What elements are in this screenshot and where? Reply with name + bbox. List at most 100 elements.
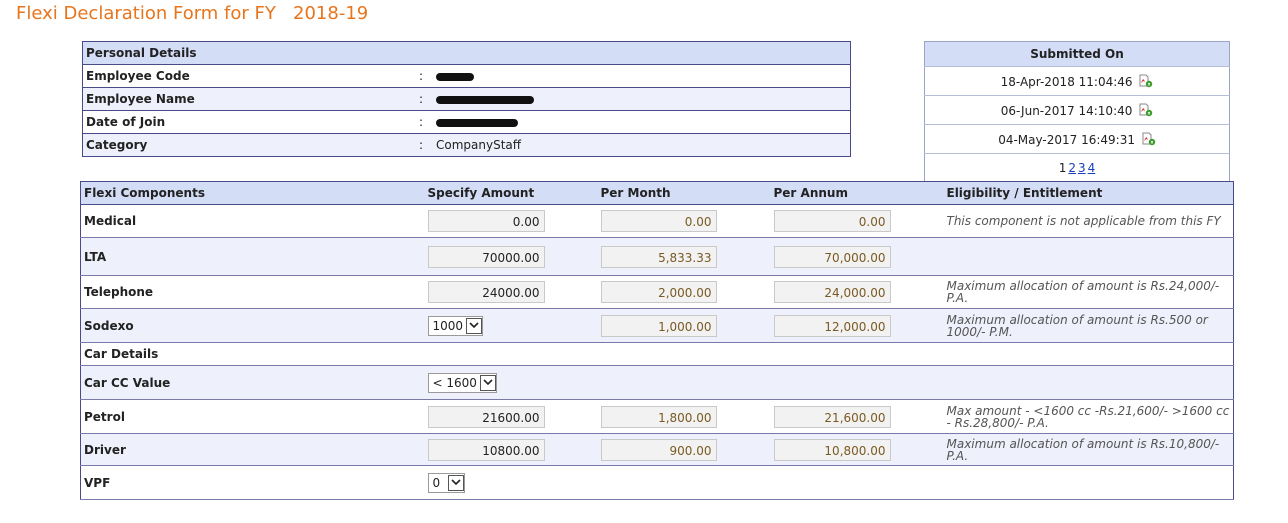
page-title: Flexi Declaration Form for FY 2018-19: [16, 3, 369, 24]
submission-date: 04-May-2017 16:49:31: [998, 132, 1135, 147]
submission-entry: 18-Apr-2018 11:04:46: [924, 66, 1230, 96]
date-of-join-value: [433, 110, 851, 134]
pagination: 1234: [924, 153, 1230, 183]
col-per-month: Per Month: [597, 181, 771, 205]
sodexo-row: Sodexo 1000 1,000.00 12,000.00 Maximum a…: [80, 308, 1234, 343]
page-4-link[interactable]: 4: [1088, 161, 1096, 175]
telephone-eligibility: Maximum allocation of amount is Rs.24,00…: [943, 275, 1234, 309]
car-cc-label: Car CC Value: [80, 365, 425, 400]
medical-label: Medical: [80, 204, 425, 238]
flexi-header-row: Flexi Components Specify Amount Per Mont…: [80, 181, 1234, 205]
submission-row: 06-Jun-2017 14:10:40: [924, 95, 1230, 125]
flexi-components-table: Flexi Components Specify Amount Per Mont…: [80, 181, 1234, 500]
car-cc-select[interactable]: < 1600: [427, 372, 497, 393]
lta-per-month: 5,833.33: [600, 245, 717, 268]
telephone-amount-input[interactable]: 24000.00: [427, 281, 545, 303]
lta-eligibility: [943, 237, 1234, 276]
submission-entry: 06-Jun-2017 14:10:40: [924, 95, 1230, 125]
vpf-selected-value: 0: [432, 475, 441, 490]
telephone-row: Telephone 24000.00 2,000.00 24,000.00 Ma…: [80, 275, 1234, 309]
redaction-mark: [436, 95, 534, 104]
employee-code-row: Employee Code :: [82, 64, 851, 88]
submitted-on-header: Submitted On: [924, 41, 1230, 67]
petrol-eligibility: Max amount - <1600 cc -Rs.21,600/- >1600…: [943, 399, 1234, 434]
sodexo-label: Sodexo: [80, 308, 425, 343]
col-flexi-components: Flexi Components: [80, 181, 425, 205]
telephone-per-annum: 24,000.00: [773, 281, 891, 303]
colon: :: [416, 64, 433, 88]
sodexo-selected-value: 1000: [432, 318, 464, 333]
driver-label: Driver: [80, 433, 425, 466]
category-label: Category: [82, 133, 416, 157]
col-eligibility: Eligibility / Entitlement: [943, 181, 1234, 205]
submission-row: 18-Apr-2018 11:04:46: [924, 66, 1230, 96]
redaction-mark: [436, 118, 518, 127]
car-cc-row: Car CC Value < 1600: [80, 365, 1234, 400]
colon: :: [416, 87, 433, 111]
personal-details-header: Personal Details: [82, 41, 851, 65]
category-value: CompanyStaff: [433, 133, 851, 157]
employee-code-label: Employee Code: [82, 64, 416, 88]
submission-date: 18-Apr-2018 11:04:46: [1000, 74, 1133, 89]
personal-details-header-row: Personal Details: [82, 41, 851, 65]
driver-row: Driver 10800.00 900.00 10,800.00 Maximum…: [80, 433, 1234, 466]
submitted-on-header-row: Submitted On: [924, 41, 1230, 67]
car-cc-selected-value: < 1600: [432, 375, 477, 390]
chevron-down-icon[interactable]: [479, 374, 496, 391]
page-2-link[interactable]: 2: [1068, 161, 1076, 175]
driver-per-annum: 10,800.00: [773, 438, 891, 461]
driver-eligibility: Maximum allocation of amount is Rs.10,80…: [943, 433, 1234, 466]
personal-details-table: Personal Details Employee Code : Employe…: [82, 41, 851, 157]
sodexo-per-month: 1,000.00: [600, 314, 717, 337]
telephone-per-month: 2,000.00: [600, 281, 717, 303]
pdf-file-icon[interactable]: [1138, 74, 1153, 88]
submission-entry: 04-May-2017 16:49:31: [924, 124, 1230, 154]
col-specify-amount: Specify Amount: [424, 181, 598, 205]
employee-name-row: Employee Name :: [82, 87, 851, 111]
date-of-join-label: Date of Join: [82, 110, 416, 134]
vpf-row: VPF 0: [80, 465, 1234, 500]
page-1-current: 1: [1058, 161, 1067, 175]
medical-row: Medical 0.00 0.00 0.00 This component is…: [80, 204, 1234, 238]
driver-per-month: 900.00: [600, 438, 717, 461]
submission-row: 04-May-2017 16:49:31: [924, 124, 1230, 154]
petrol-amount-input[interactable]: 21600.00: [427, 405, 545, 428]
col-per-annum: Per Annum: [770, 181, 944, 205]
medical-per-month: 0.00: [600, 210, 717, 232]
driver-amount-input[interactable]: 10800.00: [427, 438, 545, 461]
medical-amount-input[interactable]: 0.00: [427, 210, 545, 232]
employee-name-value: [433, 87, 851, 111]
car-details-row: Car Details: [80, 342, 1234, 366]
petrol-label: Petrol: [80, 399, 425, 434]
sodexo-per-annum: 12,000.00: [773, 314, 891, 337]
colon: :: [416, 133, 433, 157]
telephone-label: Telephone: [80, 275, 425, 309]
pagination-row: 1234: [924, 153, 1230, 183]
medical-eligibility: This component is not applicable from th…: [943, 204, 1234, 238]
lta-row: LTA 70000.00 5,833.33 70,000.00: [80, 237, 1234, 276]
vpf-label: VPF: [80, 465, 425, 500]
chevron-down-icon[interactable]: [466, 317, 483, 334]
petrol-row: Petrol 21600.00 1,800.00 21,600.00 Max a…: [80, 399, 1234, 434]
petrol-per-annum: 21,600.00: [773, 405, 891, 428]
category-row: Category : CompanyStaff: [82, 133, 851, 157]
date-of-join-row: Date of Join :: [82, 110, 851, 134]
lta-amount-input[interactable]: 70000.00: [427, 245, 545, 268]
pdf-file-icon[interactable]: [1141, 132, 1156, 146]
petrol-per-month: 1,800.00: [600, 405, 717, 428]
vpf-select[interactable]: 0: [427, 472, 466, 493]
sodexo-select[interactable]: 1000: [427, 315, 484, 336]
lta-per-annum: 70,000.00: [773, 245, 891, 268]
submission-date: 06-Jun-2017 14:10:40: [1000, 103, 1133, 118]
car-details-label: Car Details: [80, 342, 1234, 366]
submitted-on-table: Submitted On 18-Apr-2018 11:04:46 06-Jun…: [924, 41, 1230, 183]
chevron-down-icon[interactable]: [448, 474, 465, 491]
redaction-mark: [436, 72, 474, 81]
medical-per-annum: 0.00: [773, 210, 891, 232]
lta-label: LTA: [80, 237, 425, 276]
pdf-file-icon[interactable]: [1138, 103, 1153, 117]
employee-name-label: Employee Name: [82, 87, 416, 111]
colon: :: [416, 110, 433, 134]
sodexo-eligibility: Maximum allocation of amount is Rs.500 o…: [943, 308, 1234, 343]
page-3-link[interactable]: 3: [1078, 161, 1086, 175]
